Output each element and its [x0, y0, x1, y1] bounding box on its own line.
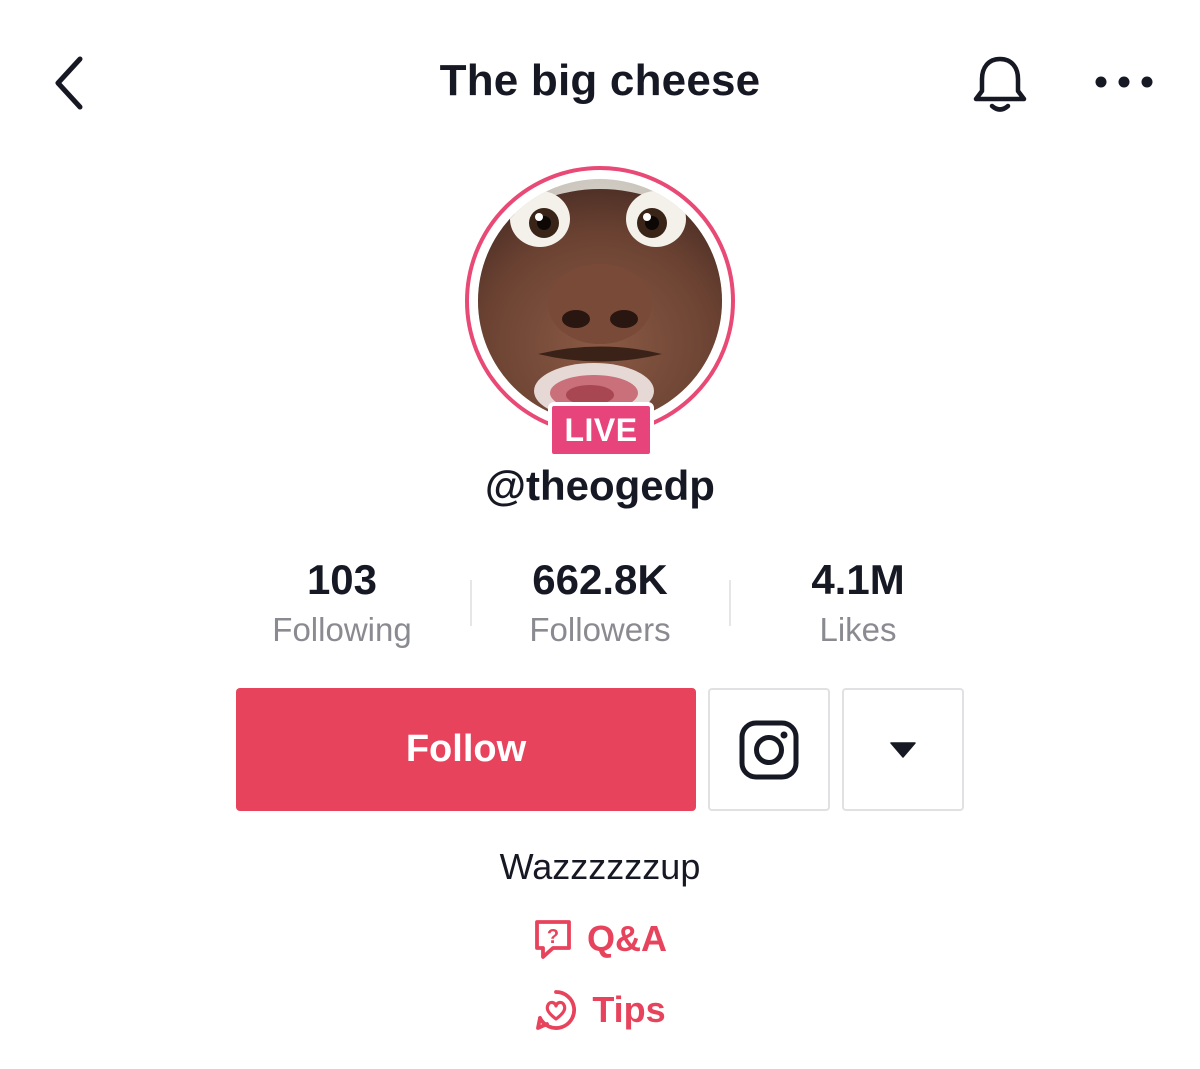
stat-following[interactable]: 103 Following	[212, 556, 472, 650]
svg-text:?: ?	[547, 926, 559, 948]
bell-icon	[973, 56, 1027, 112]
more-horizontal-icon	[1095, 76, 1153, 88]
stat-likes[interactable]: 4.1M Likes	[728, 556, 988, 650]
likes-count: 4.1M	[811, 556, 905, 603]
qa-link[interactable]: ? Q&A	[0, 918, 1200, 960]
notification-bell-button[interactable]	[960, 44, 1040, 124]
following-label: Following	[272, 611, 412, 648]
instagram-icon	[739, 720, 799, 779]
bio-text: Wazzzzzzup	[499, 846, 701, 887]
live-badge[interactable]: LIVE	[548, 402, 654, 458]
tips-heart-icon	[534, 988, 578, 1032]
avatar-live-ring[interactable]	[465, 166, 735, 436]
instagram-button[interactable]	[708, 688, 830, 811]
followers-count: 662.8K	[532, 556, 668, 603]
stat-followers[interactable]: 662.8K Followers	[470, 556, 730, 650]
following-count: 103	[306, 556, 378, 603]
followers-label: Followers	[529, 611, 671, 648]
likes-label: Likes	[819, 611, 897, 648]
more-options-button[interactable]	[1086, 52, 1162, 112]
tips-label: Tips	[592, 989, 666, 1030]
follow-button[interactable]: Follow	[236, 688, 696, 811]
avatar	[478, 179, 722, 423]
username: @theogedp	[485, 462, 715, 509]
suggested-accounts-dropdown-button[interactable]	[842, 688, 964, 811]
question-chat-icon: ?	[533, 918, 573, 960]
qa-label: Q&A	[587, 918, 667, 959]
tips-link[interactable]: Tips	[0, 988, 1200, 1032]
caret-down-icon	[890, 741, 916, 758]
